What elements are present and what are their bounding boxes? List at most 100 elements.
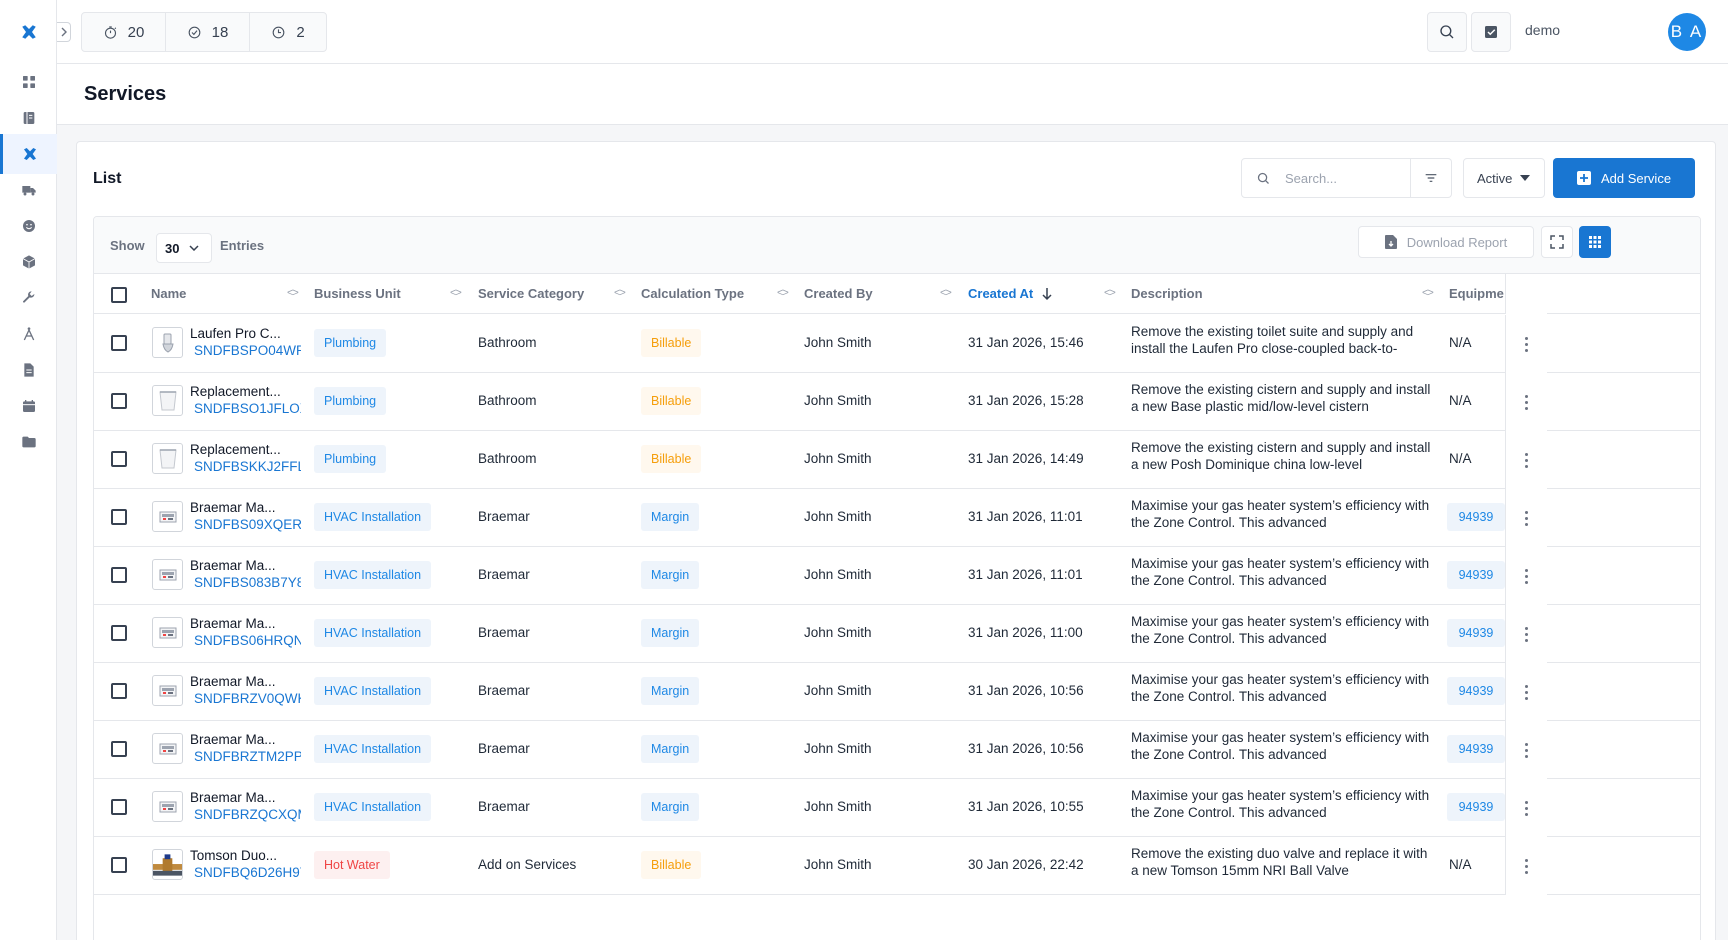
table-row[interactable]: Braemar Ma... SNDFBRZTM2PPS HVAC Installat… — [94, 721, 1700, 779]
row-checkbox[interactable] — [111, 393, 127, 409]
fullscreen-button[interactable] — [1541, 226, 1573, 258]
tasks-button[interactable] — [1471, 12, 1511, 52]
service-code-link[interactable]: SNDFBS06HRQN — [194, 633, 301, 648]
column-resize-icon[interactable]: <> — [777, 287, 789, 299]
service-name[interactable]: Braemar Ma... — [190, 500, 282, 515]
sidebar-item-calendar[interactable] — [0, 386, 57, 426]
sidebar-item-wrench[interactable] — [0, 278, 57, 318]
equipment-badge[interactable]: 94939 — [1447, 735, 1505, 763]
service-name[interactable]: Tomson Duo... — [190, 848, 282, 863]
table-row[interactable]: Braemar Ma... SNDFBS09XQER HVAC Installati… — [94, 489, 1700, 547]
service-code-link[interactable]: SNDFBS083B7Y8 — [194, 575, 301, 590]
row-actions-button[interactable] — [1505, 721, 1547, 779]
column-header-equipment[interactable]: Equipme — [1449, 286, 1504, 301]
row-actions-button[interactable] — [1505, 779, 1547, 837]
service-name[interactable]: Braemar Ma... — [190, 558, 282, 573]
row-checkbox[interactable] — [111, 625, 127, 641]
table-row[interactable]: Braemar Ma... SNDFBS06HRQN HVAC Installati… — [94, 605, 1700, 663]
table-row[interactable]: Braemar Ma... SNDFBRZQCXQM HVAC Installati… — [94, 779, 1700, 837]
counter-check-circle[interactable]: 18 — [166, 13, 250, 51]
add-service-button[interactable]: Add Service — [1553, 158, 1695, 198]
column-resize-icon[interactable]: <> — [287, 287, 299, 299]
row-actions-button[interactable] — [1505, 547, 1547, 605]
table-row[interactable]: Replacement... SNDFBSO1JFLOX Plumbing Bathr… — [94, 373, 1700, 431]
row-checkbox[interactable] — [111, 509, 127, 525]
column-resize-icon[interactable]: <> — [1104, 287, 1116, 299]
table-row[interactable]: Replacement... SNDFBSKKJ2FFL Plumbing Bathr… — [94, 431, 1700, 489]
sort-descending-arrow-icon[interactable] — [1041, 287, 1053, 301]
row-actions-button[interactable] — [1505, 431, 1547, 489]
equipment-badge[interactable]: 94939 — [1447, 561, 1505, 589]
column-resize-icon[interactable]: <> — [450, 287, 462, 299]
status-select[interactable]: Active — [1463, 158, 1545, 198]
equipment-badge[interactable]: 94939 — [1447, 677, 1505, 705]
service-name[interactable]: Braemar Ma... — [190, 616, 282, 631]
service-name[interactable]: Braemar Ma... — [190, 790, 282, 805]
service-name[interactable]: Replacement... — [190, 442, 282, 457]
search-input[interactable] — [1285, 170, 1395, 186]
column-resize-icon[interactable]: <> — [940, 287, 952, 299]
service-code-link[interactable]: SNDFBSKKJ2FFL — [194, 459, 301, 474]
row-checkbox[interactable] — [111, 451, 127, 467]
row-actions-button[interactable] — [1505, 605, 1547, 663]
column-header-business-unit[interactable]: Business Unit — [314, 286, 401, 301]
counter-clock[interactable]: 2 — [250, 13, 326, 51]
service-code-link[interactable]: SNDFBQ6D26H9Y — [194, 865, 301, 880]
table-row[interactable]: Braemar Ma... SNDFBS083B7Y8 HVAC Installat… — [94, 547, 1700, 605]
table-row[interactable]: Tomson Duo... SNDFBQ6D26H9Y Hot Water Add o… — [94, 837, 1700, 895]
sidebar-item-tools[interactable] — [0, 134, 57, 174]
row-actions-button[interactable] — [1505, 315, 1547, 373]
filter-button[interactable] — [1410, 158, 1452, 198]
service-name[interactable]: Laufen Pro C... — [190, 326, 282, 341]
equipment-badge[interactable]: 94939 — [1447, 793, 1505, 821]
user-avatar[interactable]: B A — [1668, 13, 1706, 51]
column-header-created-at[interactable]: Created At — [968, 286, 1033, 301]
service-code-link[interactable]: SNDFBRZV0QWK — [194, 691, 301, 706]
row-actions-button[interactable] — [1505, 489, 1547, 547]
row-checkbox[interactable] — [111, 683, 127, 699]
download-report-button[interactable]: Download Report — [1358, 226, 1534, 258]
row-actions-button[interactable] — [1505, 663, 1547, 721]
page-size-select[interactable]: 30 — [156, 233, 212, 263]
service-code-link[interactable]: SNDFBS09XQER — [194, 517, 301, 532]
sidebar-item-book[interactable] — [0, 98, 57, 138]
search-button[interactable] — [1427, 12, 1467, 52]
row-actions-button[interactable] — [1505, 837, 1547, 895]
select-all-checkbox[interactable] — [111, 287, 127, 303]
service-name[interactable]: Braemar Ma... — [190, 732, 282, 747]
column-header-description[interactable]: Description — [1131, 286, 1203, 301]
equipment-badge[interactable]: 94939 — [1447, 503, 1505, 531]
row-checkbox[interactable] — [111, 335, 127, 351]
service-name[interactable]: Replacement... — [190, 384, 282, 399]
table-row[interactable]: Laufen Pro C... SNDFBSPO04WP Plumbing Bathr… — [94, 315, 1700, 373]
service-code-link[interactable]: SNDFBSO1JFLOX — [194, 401, 301, 416]
service-code-link[interactable]: SNDFBSPO04WP — [194, 343, 301, 358]
table-row[interactable]: Braemar Ma... SNDFBRZV0QWK HVAC Installati… — [94, 663, 1700, 721]
column-resize-icon[interactable]: <> — [1422, 287, 1434, 299]
column-settings-button[interactable] — [1579, 226, 1611, 258]
sidebar-item-box[interactable] — [0, 242, 57, 282]
column-header-created-by[interactable]: Created By — [804, 286, 873, 301]
app-logo[interactable] — [0, 0, 57, 64]
row-checkbox[interactable] — [111, 567, 127, 583]
sidebar-toggle-button[interactable] — [57, 22, 71, 42]
row-actions-button[interactable] — [1505, 373, 1547, 431]
column-resize-icon[interactable]: <> — [614, 287, 626, 299]
column-header-service-category[interactable]: Service Category — [478, 286, 584, 301]
service-code-link[interactable]: SNDFBRZQCXQM — [194, 807, 301, 822]
service-name[interactable]: Braemar Ma... — [190, 674, 282, 689]
counter-stopwatch[interactable]: 20 — [82, 13, 166, 51]
column-header-calculation-type[interactable]: Calculation Type — [641, 286, 744, 301]
row-checkbox[interactable] — [111, 857, 127, 873]
row-checkbox[interactable] — [111, 799, 127, 815]
sidebar-item-document[interactable] — [0, 350, 57, 390]
equipment-badge[interactable]: 94939 — [1447, 619, 1505, 647]
sidebar-item-folder[interactable] — [0, 422, 57, 462]
sidebar-item-truck[interactable] — [0, 170, 57, 210]
sidebar-item-drafting-compass[interactable] — [0, 314, 57, 354]
sidebar-item-dashboard[interactable] — [0, 62, 57, 102]
service-code-link[interactable]: SNDFBRZTM2PPS — [194, 749, 301, 764]
column-header-name[interactable]: Name — [151, 286, 186, 301]
row-checkbox[interactable] — [111, 741, 127, 757]
sidebar-item-smiley[interactable] — [0, 206, 57, 246]
